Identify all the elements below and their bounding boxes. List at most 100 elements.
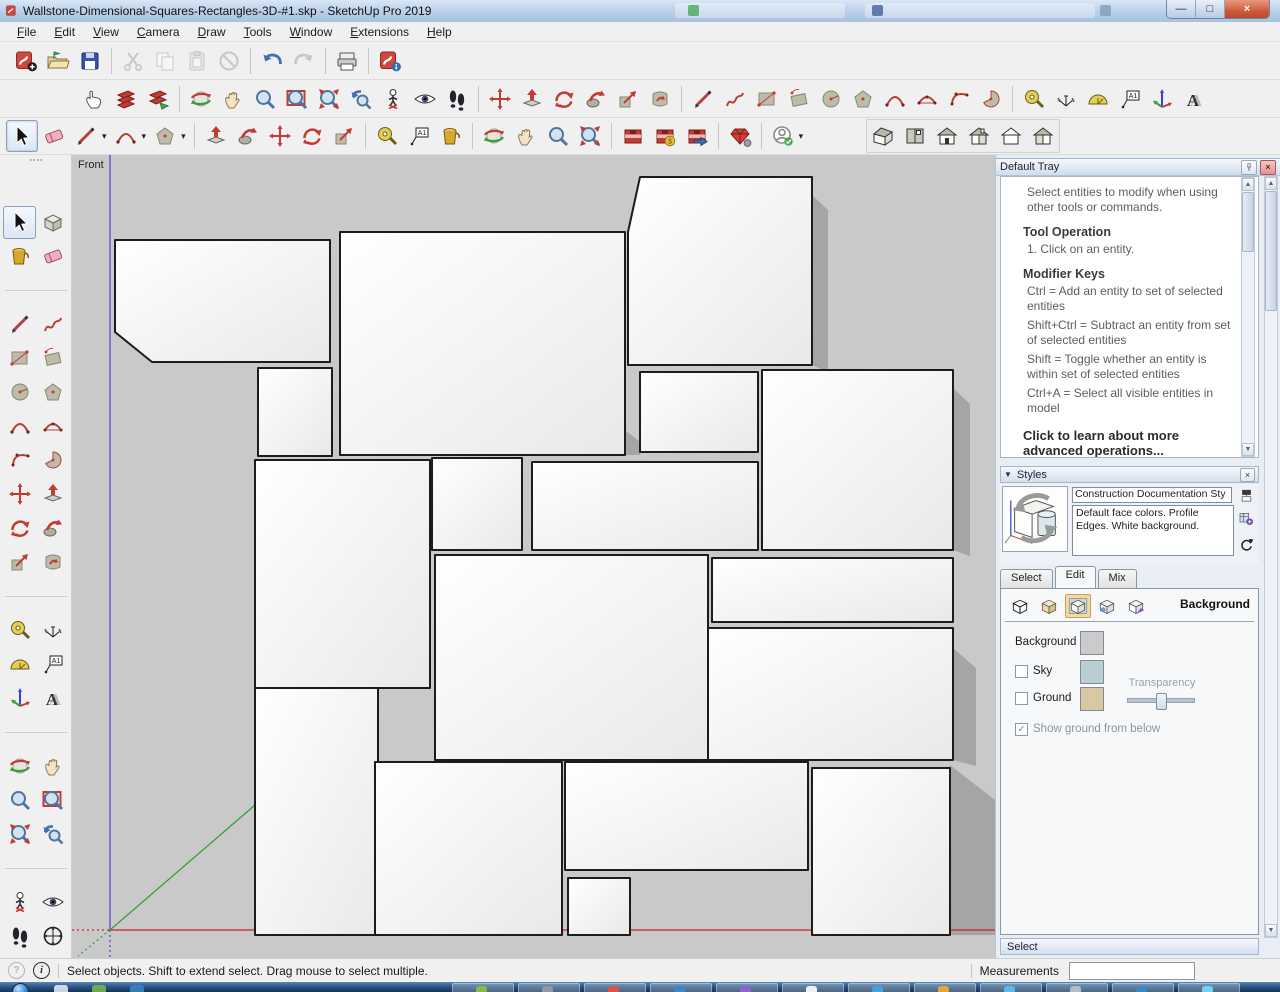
arc-button[interactable] [3, 410, 36, 443]
restore-button[interactable]: □ [1196, 0, 1225, 18]
paint-bucket-button[interactable] [435, 120, 467, 152]
start-orb-icon[interactable] [12, 983, 29, 992]
rotate-button[interactable] [296, 120, 328, 152]
cut-button[interactable] [117, 45, 149, 77]
tab-mix[interactable]: Mix [1098, 569, 1137, 588]
section-plane-display-button[interactable] [110, 83, 142, 115]
view-left-button[interactable] [1027, 120, 1059, 152]
look-around-button[interactable] [36, 886, 69, 919]
stone-block[interactable] [628, 177, 812, 365]
styles-close-icon[interactable]: × [1240, 468, 1255, 482]
view-top-button[interactable] [899, 120, 931, 152]
background-color-swatch[interactable] [1080, 631, 1104, 655]
rotate-button[interactable] [3, 512, 36, 545]
make-component-button[interactable] [36, 206, 69, 239]
pan-button[interactable] [510, 120, 542, 152]
select-button[interactable] [3, 206, 36, 239]
walk-button[interactable] [441, 83, 473, 115]
scroll-up-icon[interactable]: ▲ [1242, 178, 1254, 191]
print-button[interactable] [331, 45, 363, 77]
background-settings-button[interactable] [1065, 594, 1091, 618]
freehand-button[interactable] [36, 308, 69, 341]
view-right-button[interactable] [963, 120, 995, 152]
tape-measure-button[interactable] [3, 614, 36, 647]
tab-edit[interactable]: Edit [1055, 566, 1096, 588]
show-ground-checkbox[interactable]: ✓ [1015, 723, 1028, 736]
geolocation-icon[interactable]: ? [8, 962, 25, 979]
update-style-button[interactable] [1236, 534, 1256, 554]
arc-button[interactable] [110, 120, 142, 152]
account-dropdown-caret-icon[interactable]: ▾ [799, 131, 804, 142]
position-camera-button[interactable] [3, 886, 36, 919]
taskbar-app-icon[interactable] [54, 985, 68, 992]
share-model-button[interactable]: $ [649, 120, 681, 152]
model-viewport[interactable]: Front [72, 155, 995, 958]
style-name-field[interactable]: Construction Documentation Sty [1072, 487, 1232, 503]
info-icon[interactable]: i [33, 962, 50, 979]
dimension-button[interactable] [1050, 83, 1082, 115]
tray-pin-icon[interactable] [1241, 160, 1257, 175]
paint-bucket-button[interactable] [3, 240, 36, 273]
pan-button[interactable] [217, 83, 249, 115]
previous-view-button[interactable] [36, 818, 69, 851]
taskbar-app-button[interactable] [584, 983, 646, 992]
minimize-button[interactable]: — [1167, 0, 1196, 18]
orbit-button[interactable] [478, 120, 510, 152]
scrollbar-thumb[interactable] [1265, 191, 1277, 311]
extension-warehouse-button[interactable] [681, 120, 713, 152]
model-info-button[interactable] [374, 45, 406, 77]
three-point-arc-button[interactable] [943, 83, 975, 115]
dimension-button[interactable] [36, 614, 69, 647]
stone-block[interactable] [432, 458, 522, 550]
protractor-button[interactable] [1082, 83, 1114, 115]
stone-block[interactable] [712, 558, 953, 622]
open-button[interactable] [42, 45, 74, 77]
stone-block[interactable] [375, 762, 562, 935]
scale-button[interactable] [328, 120, 360, 152]
taskbar-app-button[interactable] [650, 983, 712, 992]
line-button[interactable] [70, 120, 102, 152]
line-button[interactable] [687, 83, 719, 115]
menu-extensions[interactable]: Extensions [341, 23, 418, 41]
instructor-scrollbar[interactable]: ▲ ▼ [1241, 177, 1255, 457]
taskbar-app-icon[interactable] [92, 985, 106, 992]
scrollbar-thumb[interactable] [1242, 192, 1254, 252]
line-button[interactable] [3, 308, 36, 341]
taskbar-app-button[interactable] [848, 983, 910, 992]
pie-button[interactable] [975, 83, 1007, 115]
taskbar-app-button[interactable] [1112, 983, 1174, 992]
menu-view[interactable]: View [84, 23, 128, 41]
axes-button[interactable] [3, 682, 36, 715]
taskbar-app-button[interactable] [1046, 983, 1108, 992]
copy-button[interactable] [149, 45, 181, 77]
two-point-arc-button[interactable] [911, 83, 943, 115]
view-iso-button[interactable] [867, 120, 899, 152]
ground-checkbox[interactable] [1015, 692, 1028, 705]
close-button[interactable]: × [1225, 0, 1269, 18]
shapes-dropdown-caret-icon[interactable]: ▾ [181, 131, 186, 142]
move-button[interactable] [3, 478, 36, 511]
freehand-button[interactable] [719, 83, 751, 115]
zoom-extents-button[interactable] [574, 120, 606, 152]
text-button[interactable]: A1 [403, 120, 435, 152]
polygon-button[interactable] [847, 83, 879, 115]
polygon-button[interactable] [36, 376, 69, 409]
stone-block[interactable] [568, 878, 630, 935]
ground-color-swatch[interactable] [1080, 687, 1104, 711]
follow-me-button[interactable] [36, 512, 69, 545]
follow-me-button[interactable] [580, 83, 612, 115]
stone-block[interactable] [115, 240, 330, 362]
extension-manager-button[interactable] [724, 120, 756, 152]
watermark-settings-button[interactable] [1094, 594, 1120, 618]
collapsed-select-rollout[interactable]: Select [1000, 938, 1259, 955]
styles-section-header[interactable]: ▼ Styles × [1000, 466, 1259, 483]
position-camera-button[interactable] [377, 83, 409, 115]
menu-camera[interactable]: Camera [128, 23, 189, 41]
move-button[interactable] [484, 83, 516, 115]
pie-button[interactable] [36, 444, 69, 477]
protractor-button[interactable] [3, 648, 36, 681]
line-dropdown-caret-icon[interactable]: ▾ [102, 131, 107, 142]
view-front-button[interactable] [931, 120, 963, 152]
orbit-button[interactable] [185, 83, 217, 115]
taskbar-app-button[interactable] [518, 983, 580, 992]
